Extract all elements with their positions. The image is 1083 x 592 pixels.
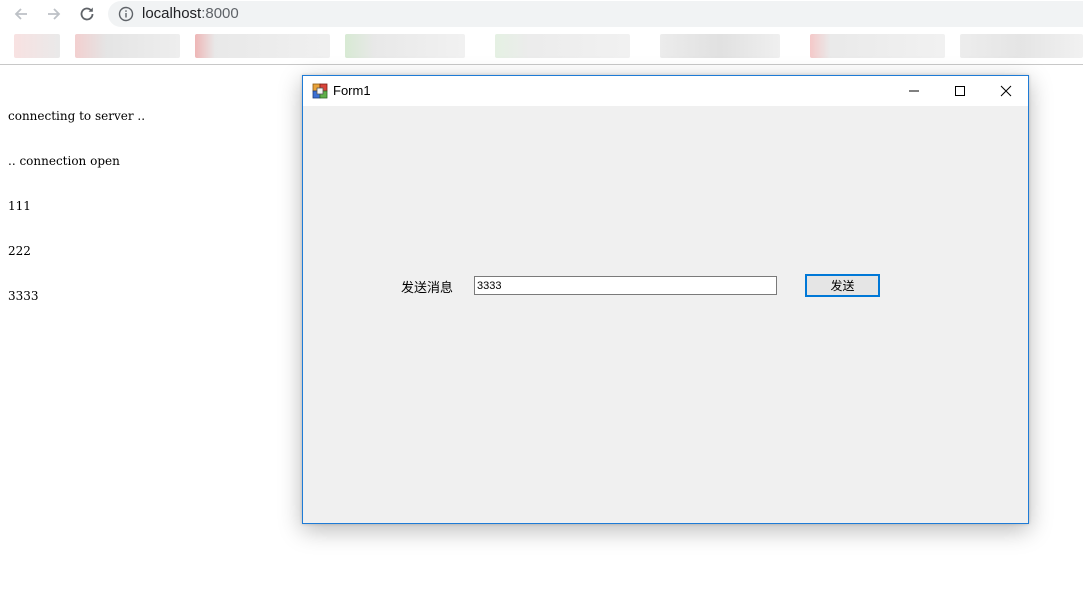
minimize-button[interactable] [891, 76, 937, 106]
bookmark-item[interactable] [960, 34, 1083, 58]
message-label: 发送消息 [401, 280, 454, 295]
bookmark-item[interactable] [660, 34, 780, 58]
window-title: Form1 [333, 83, 371, 98]
console-line: 111 [8, 199, 31, 213]
console-line: .. connection open [8, 154, 120, 168]
browser-toolbar: localhost:8000 [0, 0, 1083, 28]
close-button[interactable] [983, 76, 1029, 106]
forward-button[interactable] [43, 3, 65, 25]
bookmark-item[interactable] [810, 34, 945, 58]
console-line: connecting to server .. [8, 109, 146, 123]
bookmark-item[interactable] [345, 34, 465, 58]
reload-icon [80, 7, 94, 21]
bookmarks-bar [0, 28, 1083, 65]
back-button[interactable] [10, 3, 32, 25]
maximize-button[interactable] [937, 76, 983, 106]
bookmark-item[interactable] [75, 34, 180, 58]
arrow-left-icon [14, 8, 27, 20]
bookmark-item[interactable] [495, 34, 630, 58]
window-titlebar[interactable]: Form1 [303, 76, 1028, 106]
info-circle-icon[interactable] [118, 6, 134, 22]
url-host: localhost [142, 5, 202, 22]
console-line: 3333 [8, 289, 39, 303]
bookmark-item[interactable] [14, 34, 60, 58]
message-input[interactable] [474, 276, 777, 295]
send-button[interactable]: 发送 [805, 274, 880, 297]
reload-button[interactable] [76, 3, 98, 25]
url-port: :8000 [201, 5, 239, 22]
maximize-icon [955, 86, 965, 96]
form-window: Form1 发送消息 发送 [302, 75, 1029, 524]
bookmark-item[interactable] [195, 34, 330, 58]
arrow-right-icon [48, 8, 61, 20]
address-bar[interactable]: localhost:8000 [108, 1, 1083, 27]
url-text[interactable]: localhost:8000 [142, 5, 239, 22]
winforms-app-icon [312, 83, 328, 99]
close-icon [1000, 85, 1012, 97]
minimize-icon [909, 90, 919, 92]
console-output: connecting to server .. .. connection op… [8, 79, 145, 319]
console-line: 222 [8, 244, 31, 258]
